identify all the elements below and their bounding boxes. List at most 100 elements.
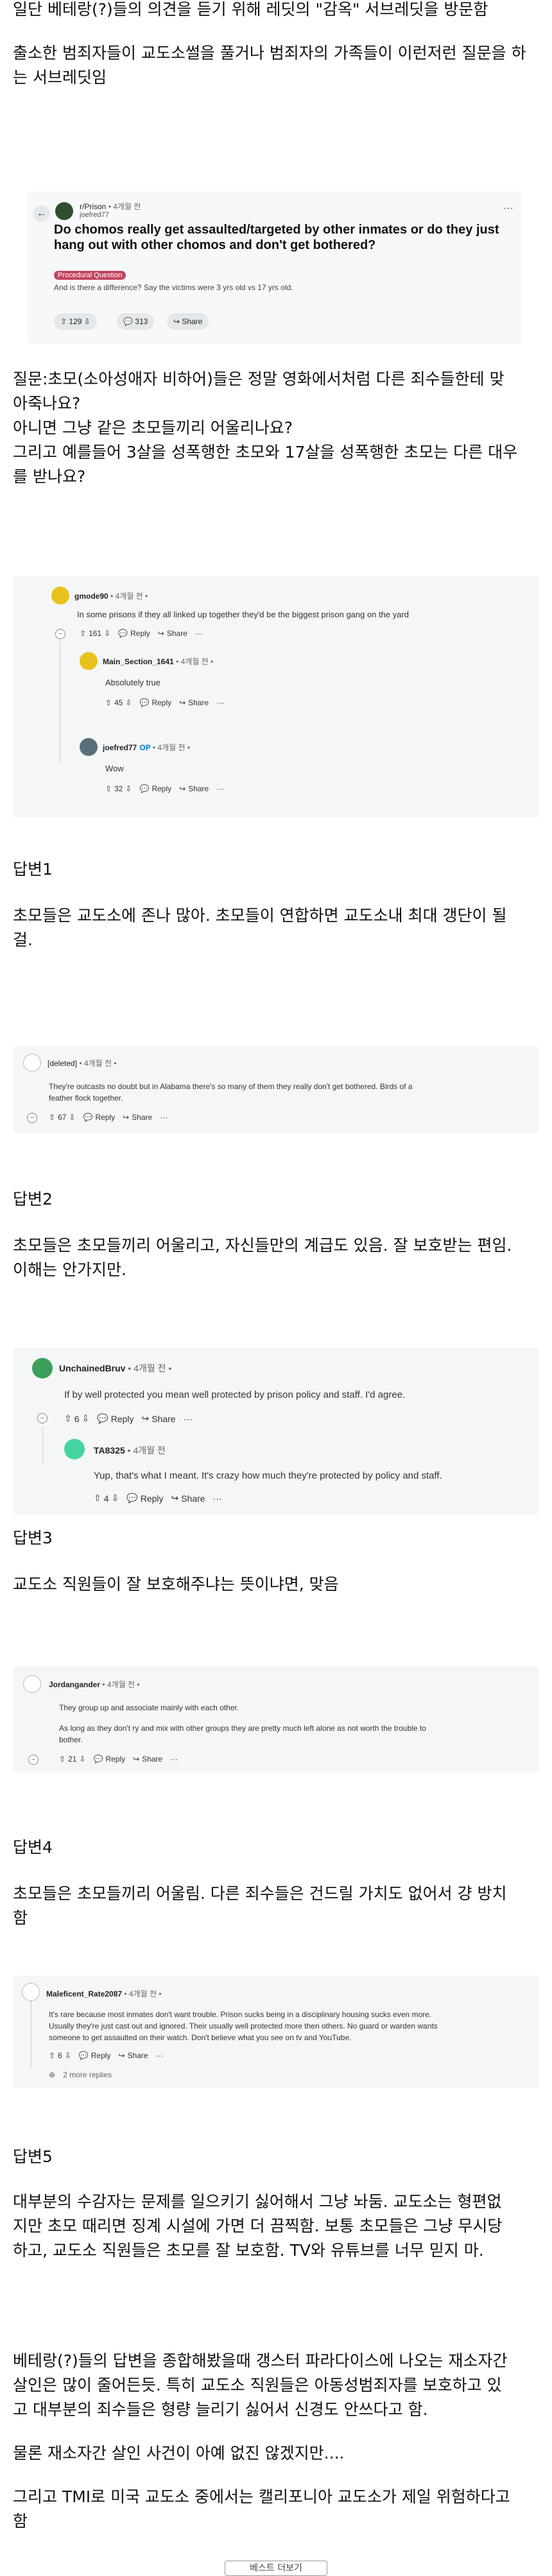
reply-button[interactable]: 💬 Reply <box>93 1755 125 1764</box>
downvote-icon[interactable]: ⇩ <box>69 1113 75 1122</box>
share-icon: ↪ <box>157 629 164 638</box>
summary-line-1: 베테랑(?)들의 답변을 종합해봤을때 갱스터 파라다이스에 나오는 재소자간 <box>13 2351 508 2370</box>
reply-button[interactable]: 💬 Reply <box>79 2051 111 2060</box>
question-line-2: 아죽나요? <box>13 394 81 413</box>
answer-3-heading: 답변3 <box>13 1529 53 1547</box>
share-label: Share <box>166 629 187 638</box>
comment-username[interactable]: UnchainedBruv <box>59 1363 125 1373</box>
share-button[interactable]: ↪ Share <box>133 1755 162 1764</box>
share-label: Share <box>182 317 203 326</box>
upvote-icon[interactable]: ⇧ <box>60 317 67 326</box>
collapse-icon[interactable]: − <box>37 1413 47 1423</box>
reply-button[interactable]: 💬 Reply <box>118 629 150 638</box>
downvote-icon[interactable]: ⇩ <box>82 1413 90 1424</box>
more-options-icon[interactable]: ··· <box>160 1113 168 1122</box>
more-options-icon[interactable]: ··· <box>216 784 224 793</box>
reply-button[interactable]: 💬 Reply <box>139 698 171 707</box>
share-button[interactable]: ↪ Share <box>123 1113 152 1122</box>
overflow-menu-icon[interactable]: ··· <box>503 203 513 214</box>
upvote-icon[interactable]: ⇧ <box>49 1113 55 1122</box>
vote-control[interactable]: ⇧ 67 ⇩ <box>49 1113 75 1122</box>
comment-username[interactable]: gmode90 <box>74 592 108 601</box>
comment-username[interactable]: Jordangander <box>49 1680 100 1689</box>
downvote-icon[interactable]: ⇩ <box>125 698 132 707</box>
share-button[interactable]: ↪ Share <box>179 784 209 793</box>
downvote-icon[interactable]: ⇩ <box>112 1493 119 1504</box>
comment-author: Maleficent_Rate2087 • 4개월 전 • <box>46 1988 162 1999</box>
share-icon: ↪ <box>118 2051 125 2060</box>
comment-username[interactable]: Maleficent_Rate2087 <box>46 1989 122 1998</box>
reply-label: Reply <box>140 1493 164 1504</box>
intro-line-1: 일단 베테랑(?)들의 의견을 듣기 위해 레딧의 "감옥" 서브레딧을 방문함 <box>13 0 488 19</box>
post-panel: ← r/Prison • 4개월 전 joefred77 ··· Do chom… <box>27 191 521 344</box>
downvote-icon[interactable]: ⇩ <box>84 317 91 326</box>
downvote-icon[interactable]: ⇩ <box>104 629 110 638</box>
best-more-button[interactable]: 베스트 더보기 <box>225 2561 327 2576</box>
share-button[interactable]: ↪ Share <box>179 698 209 707</box>
upvote-icon[interactable]: ⇧ <box>80 629 86 638</box>
share-button[interactable]: ↪ Share <box>171 1493 205 1504</box>
comment-author: joefred77 OP • 4개월 전 • <box>103 742 190 753</box>
collapse-icon[interactable]: − <box>27 1113 37 1123</box>
downvote-icon[interactable]: ⇩ <box>125 784 132 793</box>
vote-control[interactable]: ⇧ 32 ⇩ <box>105 784 132 793</box>
post-author[interactable]: joefred77 <box>80 211 109 219</box>
post-comments-button[interactable]: 💬 313 <box>117 313 155 330</box>
avatar <box>23 1054 41 1072</box>
vote-control[interactable]: ⇧ 6 ⇩ <box>49 2051 71 2060</box>
summary-line-5: 그리고 TMI로 미국 교도소 중에서는 캘리포니아 교도소가 제일 위험하다고 <box>13 2487 510 2506</box>
downvote-icon[interactable]: ⇩ <box>65 2051 71 2060</box>
vote-control[interactable]: ⇧ 161 ⇩ <box>80 629 110 638</box>
collapse-icon[interactable]: − <box>55 629 65 639</box>
reddit-post-card: ← r/Prison • 4개월 전 joefred77 ··· Do chom… <box>13 185 539 352</box>
more-options-icon[interactable]: ··· <box>170 1755 178 1764</box>
post-time: • 4개월 전 <box>108 202 141 211</box>
answer-4-line-2: 함 <box>13 1909 28 1927</box>
more-replies-link[interactable]: ⊕ 2 more replies <box>49 2070 112 2079</box>
share-button[interactable]: ↪ Share <box>118 2051 148 2060</box>
vote-control[interactable]: ⇧ 6 ⇩ <box>64 1413 89 1424</box>
upvote-icon[interactable]: ⇧ <box>105 784 112 793</box>
more-options-icon[interactable]: ··· <box>156 2051 164 2060</box>
post-flair[interactable]: Procedural Question <box>54 271 126 280</box>
more-options-icon[interactable]: ··· <box>184 1414 193 1424</box>
upvote-icon[interactable]: ⇧ <box>64 1413 72 1424</box>
comment-author: Jordangander • 4개월 전 • <box>49 1679 140 1690</box>
subreddit-name[interactable]: r/Prison <box>80 202 106 211</box>
upvote-icon[interactable]: ⇧ <box>49 2051 55 2060</box>
reply-button[interactable]: 💬 Reply <box>139 784 171 793</box>
answer-5-line-2: 지만 초모 때리면 징계 시설에 가면 더 끔찍함. 보통 초모들은 그냥 무시… <box>13 2217 503 2235</box>
share-icon: ↪ <box>141 1413 150 1423</box>
reply-button[interactable]: 💬 Reply <box>97 1413 134 1424</box>
upvote-icon[interactable]: ⇧ <box>105 698 112 707</box>
question-line-4: 그리고 예를들어 3살을 성폭행한 초모와 17살을 성폭행한 초모는 다른 대… <box>13 443 518 461</box>
comment-username[interactable]: TA8325 <box>94 1445 125 1455</box>
collapse-icon[interactable]: − <box>28 1755 39 1765</box>
more-options-icon[interactable]: ··· <box>216 698 224 707</box>
answer-2-line-1: 초모들은 초모들끼리 어울리고, 자신들만의 계급도 있음. 잘 보호받는 편임… <box>13 1236 512 1255</box>
answer-5-heading: 답변5 <box>13 2147 53 2166</box>
reply-button[interactable]: 💬 Reply <box>126 1493 163 1504</box>
subreddit-avatar <box>55 202 73 220</box>
comment-username[interactable]: joefred77 <box>103 743 137 752</box>
post-share-button[interactable]: ↪ Share <box>167 313 209 330</box>
share-icon: ↪ <box>171 1493 179 1503</box>
upvote-icon[interactable]: ⇧ <box>59 1755 65 1764</box>
downvote-icon[interactable]: ⇩ <box>79 1755 85 1764</box>
vote-control[interactable]: ⇧ 45 ⇩ <box>105 698 132 707</box>
share-icon: ↪ <box>179 784 186 793</box>
reply-button[interactable]: 💬 Reply <box>83 1113 115 1122</box>
comment-time: • 4개월 전 • <box>79 1059 117 1068</box>
back-arrow-icon[interactable]: ← <box>33 205 50 222</box>
more-options-icon[interactable]: ··· <box>195 629 203 638</box>
upvote-icon[interactable]: ⇧ <box>94 1493 101 1504</box>
share-button[interactable]: ↪ Share <box>158 629 187 638</box>
share-button[interactable]: ↪ Share <box>142 1413 176 1424</box>
post-title: Do chomos really get assaulted/targeted … <box>54 223 499 252</box>
vote-control[interactable]: ⇧ 4 ⇩ <box>94 1493 119 1504</box>
vote-control[interactable]: ⇧ 21 ⇩ <box>59 1755 85 1764</box>
more-options-icon[interactable]: ··· <box>213 1493 222 1504</box>
comment-username[interactable]: Main_Section_1641 <box>103 657 174 666</box>
post-vote-control[interactable]: ⇧ 129 ⇩ <box>54 313 97 330</box>
comment-thread-4: Jordangander • 4개월 전 • They group up and… <box>13 1666 539 1773</box>
